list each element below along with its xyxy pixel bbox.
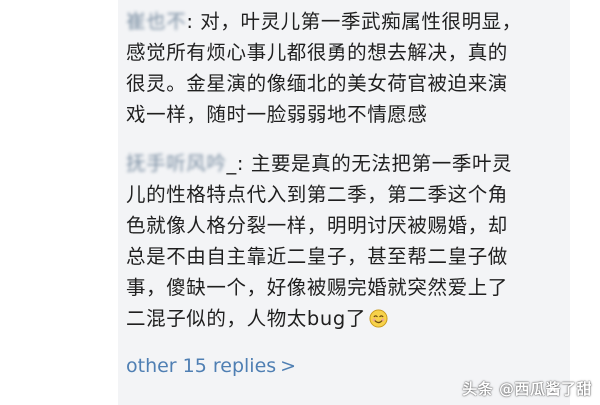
comment-author[interactable]: 抚手听风吟 (126, 152, 227, 175)
comment-2: 抚手听风吟_: 主要是真的无法把第一季叶灵 儿的性格特点代入到第二季，第二季这个… (126, 148, 566, 334)
comment-text: 戏一样，随时一脸弱弱地不情愿感 (126, 103, 428, 126)
more-replies-link[interactable]: other 15 replies > (126, 355, 296, 377)
comment-1-line-1: 崔也不: 对，叶灵儿第一季武痴属性很明显， (126, 6, 566, 37)
comment-text: 儿的性格特点代入到第二季，第二季这个角 (126, 183, 508, 206)
comment-text: 二混子似的，人物太bug了 (126, 307, 366, 330)
comment-text: 对，叶灵儿第一季武痴属性很明显， (193, 10, 522, 33)
comment-text: 很灵。金星演的像缅北的美女荷官被迫来演 (126, 72, 508, 95)
comment-text: 感觉所有烦心事儿都很勇的想去解决，真的 (126, 41, 508, 64)
comment-author[interactable]: 崔也不 (126, 10, 186, 33)
watermark: 头条 @西瓜酱了甜 (462, 380, 592, 398)
comment-text: 主要是真的无法把第一季叶灵 (244, 152, 513, 175)
comment-2-last-line: 二混子似的，人物太bug了 (126, 303, 566, 334)
more-replies-label: other 15 replies (126, 355, 277, 377)
smile-emoji-icon (369, 309, 388, 328)
comment-text: 总是不由自主靠近二皇子，甚至帮二皇子做 (126, 245, 508, 268)
chevron-right-icon: > (280, 355, 297, 377)
comment-text: 事，傻缺一个，好像被赐完婚就突然爱上了 (126, 276, 508, 299)
comment-1: 崔也不: 对，叶灵儿第一季武痴属性很明显， 感觉所有烦心事儿都很勇的想去解决，真… (126, 6, 566, 130)
comment-2-line-1: 抚手听风吟_: 主要是真的无法把第一季叶灵 (126, 148, 566, 179)
comment-text: 色就像人格分裂一样，明明讨厌被赐婚，却 (126, 214, 508, 237)
author-separator: _: (226, 152, 245, 175)
